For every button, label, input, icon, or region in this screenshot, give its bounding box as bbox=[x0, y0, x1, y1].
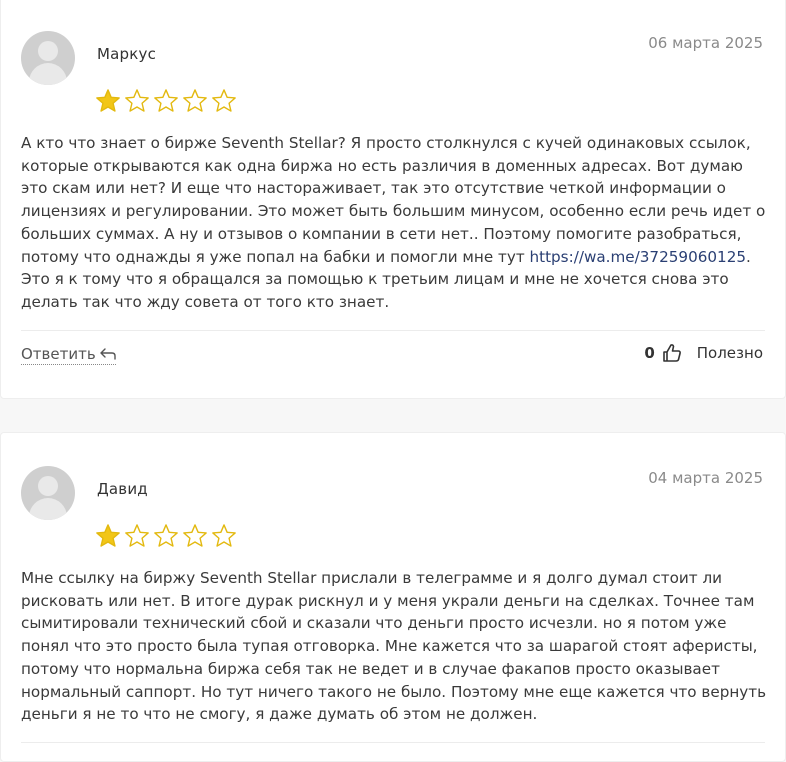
review-date: 06 марта 2025 bbox=[648, 34, 763, 52]
review-card: Маркус 06 марта 2025 А кто что знает о б… bbox=[0, 0, 786, 399]
rating-stars bbox=[95, 88, 237, 114]
star-empty-icon bbox=[183, 89, 207, 112]
reply-button[interactable]: Ответить bbox=[21, 345, 116, 365]
review-card: Давид 04 марта 2025 Мне ссылку на биржу … bbox=[0, 432, 786, 762]
divider bbox=[21, 742, 765, 743]
star-filled-icon bbox=[96, 524, 120, 547]
divider bbox=[21, 330, 765, 331]
star-empty-icon bbox=[125, 89, 149, 112]
user-avatar-icon bbox=[21, 466, 75, 520]
star-empty-icon bbox=[183, 524, 207, 547]
star-empty-icon bbox=[154, 524, 178, 547]
user-avatar-icon bbox=[21, 31, 75, 85]
helpful-label[interactable]: Полезно bbox=[697, 344, 763, 362]
helpful-section: 0 Полезно bbox=[644, 343, 763, 363]
review-author: Давид bbox=[97, 480, 148, 498]
star-filled-icon bbox=[96, 89, 120, 112]
star-empty-icon bbox=[154, 89, 178, 112]
whatsapp-link[interactable]: https://wa.me/37259060125 bbox=[530, 248, 747, 266]
reply-arrow-icon bbox=[99, 348, 116, 360]
thumbs-up-icon[interactable] bbox=[662, 343, 682, 363]
review-date: 04 марта 2025 bbox=[648, 469, 763, 487]
review-author: Маркус bbox=[97, 45, 157, 63]
star-empty-icon bbox=[212, 524, 236, 547]
star-empty-icon bbox=[125, 524, 149, 547]
rating-stars bbox=[95, 523, 237, 549]
helpful-count: 0 bbox=[644, 344, 655, 362]
star-empty-icon bbox=[212, 89, 236, 112]
review-text: А кто что знает о бирже Seventh Stellar?… bbox=[21, 134, 766, 311]
review-text: Мне ссылку на биржу Seventh Stellar прис… bbox=[21, 569, 767, 724]
reply-label: Ответить bbox=[21, 345, 96, 363]
